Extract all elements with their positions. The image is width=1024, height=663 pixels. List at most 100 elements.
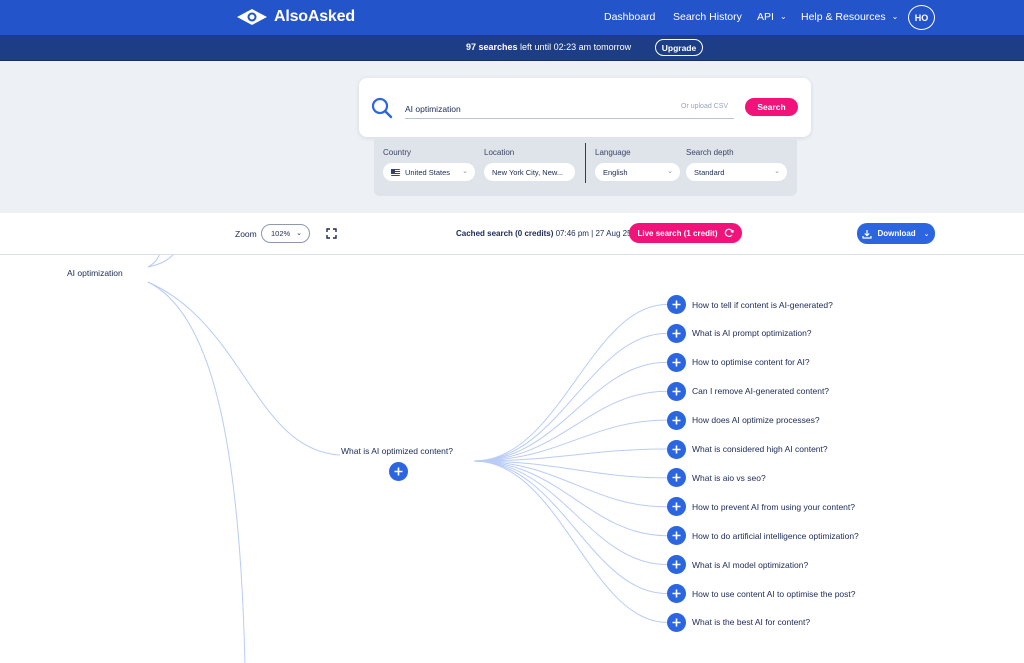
- plus-icon: [672, 531, 681, 540]
- logo-text: AlsoAsked: [274, 8, 355, 25]
- question-text: What is the best AI for content?: [692, 617, 811, 628]
- chevron-down-icon: ⌄: [779, 12, 787, 21]
- language-select[interactable]: English ⌄: [595, 163, 680, 181]
- question-text: How does AI optimize processes?: [692, 415, 820, 426]
- chevron-down-icon: ⌄: [296, 230, 302, 237]
- location-select[interactable]: New York City, New...: [484, 163, 575, 181]
- expand-question-button[interactable]: [667, 410, 686, 430]
- question-text: Can I remove AI-generated content?: [692, 386, 830, 397]
- question-text: How to use content AI to optimise the po…: [692, 588, 856, 599]
- language-label: Language: [595, 148, 631, 157]
- zoom-label: Zoom: [235, 229, 257, 239]
- nav-dashboard[interactable]: Dashboard: [604, 11, 655, 23]
- question-item[interactable]: Can I remove AI-generated content?: [667, 381, 830, 401]
- question-text: How to prevent AI from using your conten…: [692, 501, 856, 512]
- search-button[interactable]: Search: [745, 98, 798, 116]
- expand-question-button[interactable]: [667, 526, 686, 546]
- nav-api-label: API: [757, 11, 774, 23]
- zoom-value: 102%: [271, 229, 291, 238]
- mindmap-connector: [473, 460, 668, 623]
- live-search-label: Live search (1 credit): [637, 228, 718, 238]
- chevron-down-icon: ⌄: [891, 12, 899, 21]
- question-item[interactable]: How does AI optimize processes?: [667, 410, 820, 430]
- question-item[interactable]: What is aio vs seo?: [667, 468, 766, 488]
- nav-help-label: Help & Resources: [801, 11, 886, 23]
- search-depth-value: Standard: [694, 167, 725, 177]
- logo-eye-icon: [237, 9, 267, 25]
- nav-search-history[interactable]: Search History: [673, 11, 742, 23]
- logo[interactable]: AlsoAsked: [236, 7, 355, 27]
- cached-timestamp: 07:46 pm | 27 Aug 25: [553, 229, 632, 238]
- question-item[interactable]: What is considered high AI content?: [667, 439, 828, 459]
- question-text: How to tell if content is AI-generated?: [692, 299, 833, 310]
- top-navigation: AlsoAsked Dashboard Search History API ⌄ …: [0, 0, 1024, 35]
- mindmap-branch-node[interactable]: What is AI optimized content?: [341, 446, 453, 456]
- location-label: Location: [484, 148, 515, 157]
- search-limit-bar: 97 searches left until 02:23 am tomorrow…: [0, 35, 1024, 61]
- fullscreen-icon[interactable]: [326, 228, 337, 239]
- cached-credits: Cached search (0 credits): [456, 229, 554, 238]
- cached-search-info: Cached search (0 credits) 07:46 pm | 27 …: [456, 229, 632, 238]
- mindmap-connector: [473, 460, 668, 479]
- chevron-down-icon: ⌄: [923, 230, 930, 238]
- question-item[interactable]: What is the best AI for content?: [667, 612, 811, 632]
- country-value: United States: [405, 167, 451, 177]
- expand-question-button[interactable]: [667, 323, 686, 343]
- expand-branch-button[interactable]: [389, 462, 408, 481]
- expand-question-button[interactable]: [667, 352, 686, 372]
- nav-help-resources[interactable]: Help & Resources ⌄: [801, 11, 898, 23]
- search-depth-select[interactable]: Standard ⌄: [686, 163, 787, 181]
- expand-question-button[interactable]: [667, 295, 686, 314]
- plus-icon: [672, 473, 681, 482]
- plus-icon: [672, 618, 681, 627]
- expand-question-button[interactable]: [667, 381, 686, 401]
- question-text: How to do artificial intelligence optimi…: [692, 530, 859, 541]
- filter-divider: [585, 143, 586, 183]
- download-icon: [862, 229, 873, 239]
- expand-question-button[interactable]: [667, 468, 686, 488]
- location-value: New York City, New...: [492, 167, 564, 177]
- expand-question-button[interactable]: [667, 439, 686, 459]
- question-item[interactable]: How to optimise content for AI?: [667, 352, 810, 372]
- question-item[interactable]: How to tell if content is AI-generated?: [667, 295, 833, 314]
- mindmap-connector: [473, 361, 668, 462]
- plus-icon: [672, 300, 681, 309]
- mindmap-connector: [473, 460, 668, 566]
- download-button[interactable]: Download ⌄: [857, 223, 935, 244]
- upload-csv-link[interactable]: Or upload CSV: [681, 103, 728, 110]
- refresh-icon: [724, 228, 734, 237]
- us-flag-icon: [391, 168, 400, 176]
- upgrade-button[interactable]: Upgrade: [655, 39, 703, 56]
- expand-question-button[interactable]: [667, 497, 686, 517]
- question-mindmap[interactable]: AI optimization What is AI optimized con…: [0, 255, 1024, 663]
- search-card: Or upload CSV Search: [359, 78, 811, 137]
- expand-question-button[interactable]: [667, 555, 686, 575]
- language-value: English: [603, 167, 628, 177]
- search-count: 97 searches: [466, 42, 518, 52]
- question-item[interactable]: How to use content AI to optimise the po…: [667, 584, 855, 603]
- question-text: What is considered high AI content?: [692, 444, 828, 454]
- country-select[interactable]: United States ⌄: [383, 163, 475, 181]
- plus-icon: [394, 467, 403, 476]
- results-toolbar: Zoom 102% ⌄ Cached search (0 credits) 07…: [0, 213, 1024, 255]
- expand-question-button[interactable]: [667, 584, 686, 603]
- mindmap-root-node[interactable]: AI optimization: [67, 268, 123, 278]
- search-limit-rest: left until 02:23 am tomorrow: [517, 42, 632, 52]
- user-avatar[interactable]: HO: [908, 5, 935, 30]
- question-item[interactable]: How to prevent AI from using your conten…: [667, 497, 856, 517]
- question-item[interactable]: How to do artificial intelligence optimi…: [667, 526, 859, 546]
- mindmap-connector: [473, 460, 668, 594]
- plus-icon: [672, 502, 681, 511]
- question-text: How to optimise content for AI?: [692, 357, 810, 368]
- download-label: Download: [877, 229, 916, 238]
- country-label: Country: [383, 148, 412, 157]
- question-text: What is aio vs seo?: [692, 472, 766, 483]
- plus-icon: [672, 358, 681, 367]
- question-item[interactable]: What is AI prompt optimization?: [667, 323, 812, 343]
- zoom-select[interactable]: 102% ⌄: [261, 224, 310, 243]
- question-item[interactable]: What is AI model optimization?: [667, 555, 808, 575]
- expand-question-button[interactable]: [667, 612, 686, 632]
- nav-api[interactable]: API ⌄: [757, 11, 787, 23]
- plus-icon: [672, 387, 681, 396]
- live-search-button[interactable]: Live search (1 credit): [629, 223, 742, 243]
